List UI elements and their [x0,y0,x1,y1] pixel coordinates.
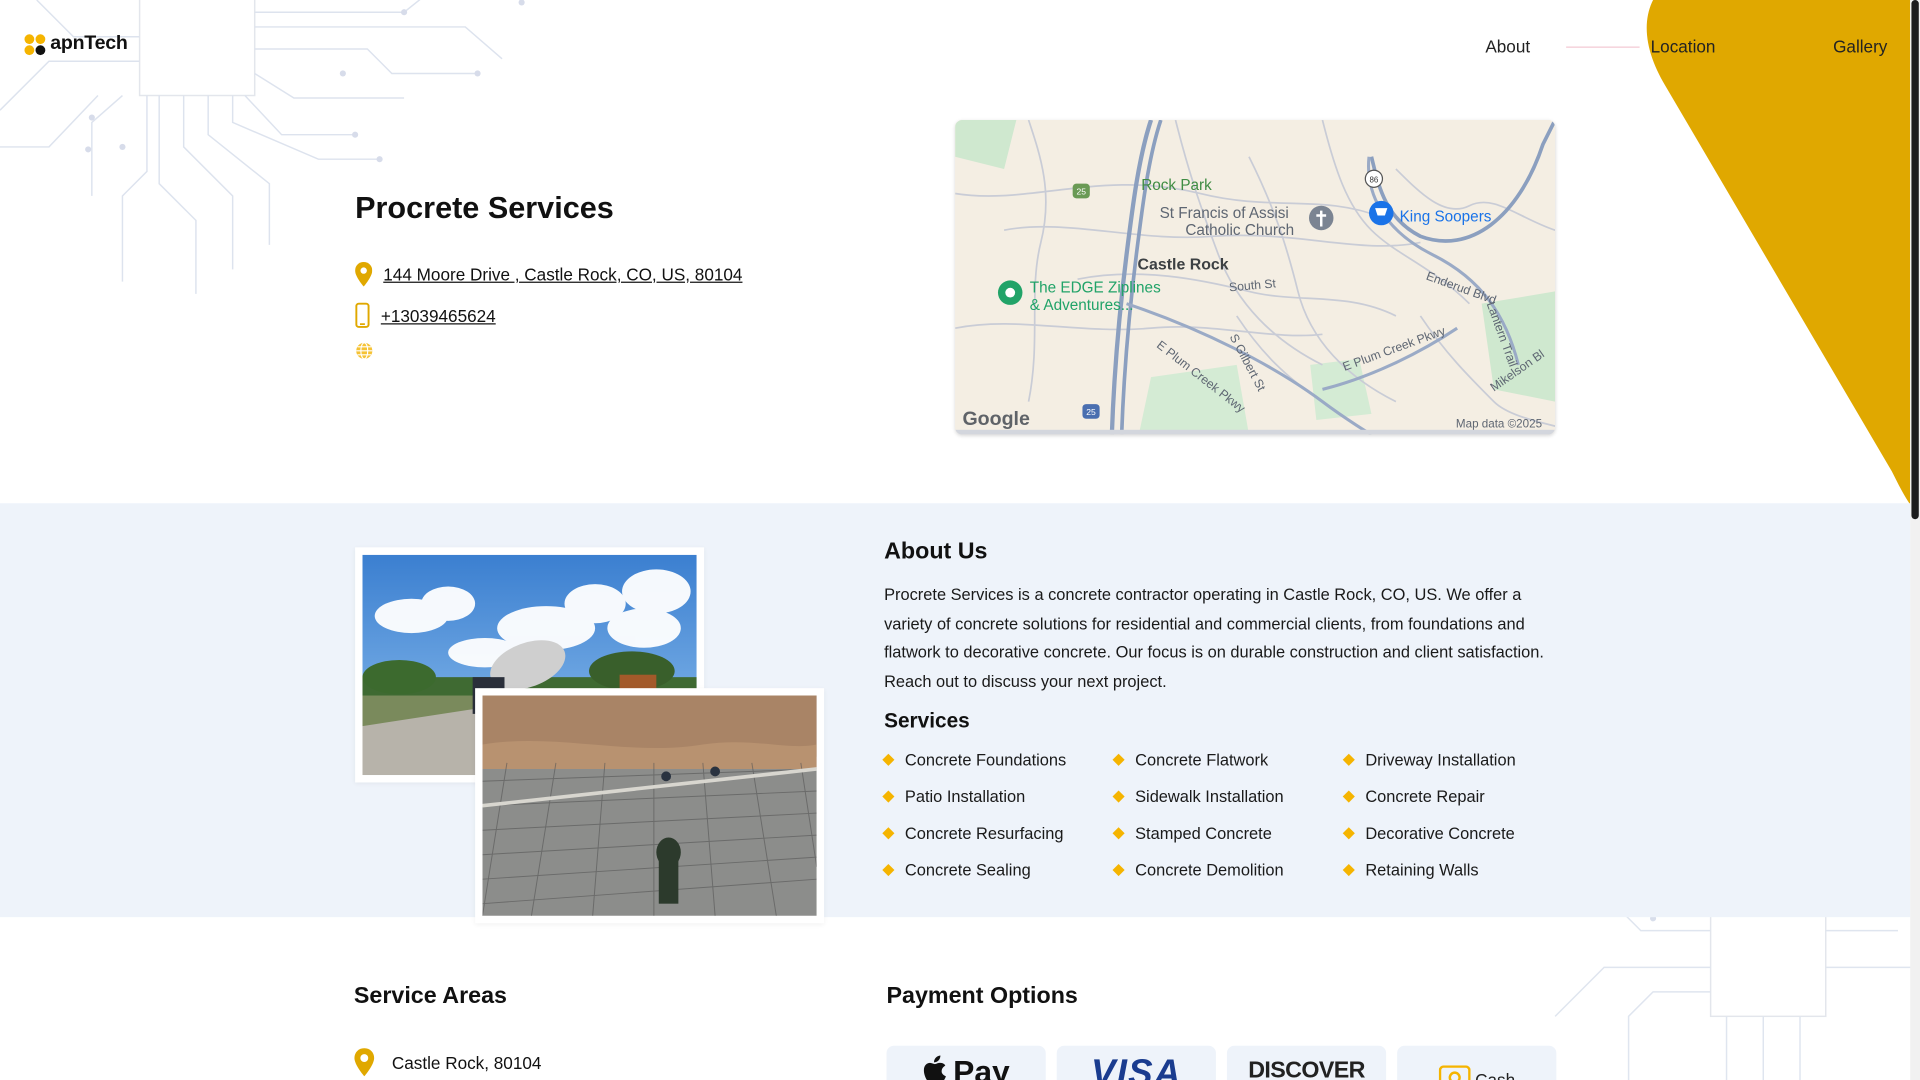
service-item: Concrete Repair [1342,787,1485,806]
location-map[interactable]: 25 25 86 Rock Park St Francis of Assisi … [955,120,1556,435]
nav-divider [1566,46,1640,48]
site-logo[interactable]: apnTech [24,32,128,56]
service-item: Concrete Sealing [882,861,1031,879]
service-item: Concrete Demolition [1112,861,1284,879]
diamond-bullet-icon [1112,827,1125,840]
about-title: About Us [884,538,988,565]
phone-link[interactable]: +13039465624 [381,306,496,326]
apple-icon [924,1055,947,1080]
payment-options-title: Payment Options [886,983,1078,1009]
diamond-bullet-icon [1112,753,1125,766]
photo-card-rebar [475,688,825,924]
diamond-bullet-icon [1342,863,1355,877]
service-item: Concrete Resurfacing [882,824,1063,842]
map-label-edge-1: The EDGE Ziplines [1030,280,1161,297]
diamond-bullet-icon [882,790,895,803]
diamond-bullet-icon [882,753,895,766]
diamond-bullet-icon [882,863,895,877]
photo-rebar-site [482,695,817,916]
address-row: 144 Moore Drive , Castle Rock, CO, US, 8… [355,262,742,287]
service-item: Patio Installation [882,787,1025,806]
map-highway-25-bottom: 25 [1086,407,1096,417]
service-item: Stamped Concrete [1112,824,1272,842]
diamond-bullet-icon [1342,790,1355,803]
service-area-item: Castle Rock, 80104 [354,1048,541,1077]
diamond-bullet-icon [1112,863,1125,877]
service-item: Retaining Walls [1342,861,1479,879]
payment-discover: DISCOVER [1226,1045,1387,1080]
payment-apple-pay: Pay [886,1045,1046,1080]
map-label-king-soopers: King Soopers [1400,209,1492,226]
scrollbar-thumb[interactable] [1911,0,1919,520]
page-title: Procrete Services [355,191,614,226]
diamond-bullet-icon [1112,790,1125,803]
map-label-rock-park: Rock Park [1141,177,1212,194]
map-highway-25-top: 25 [1076,187,1086,197]
website-row [355,342,373,360]
service-item: Driveway Installation [1342,751,1516,769]
nav-location[interactable]: Location [1651,37,1716,57]
map-google-logo: Google [962,408,1030,430]
page-scrollbar[interactable] [1910,0,1920,1080]
payment-visa: VISA [1056,1045,1216,1080]
cash-icon [1438,1065,1471,1080]
map-label-church-1: St Francis of Assisi [1160,205,1289,222]
phone-icon [355,302,370,328]
diamond-bullet-icon [1342,753,1355,766]
payment-cash: Cash [1397,1045,1557,1080]
service-item: Concrete Flatwork [1112,751,1268,769]
services-title: Services [884,708,970,733]
logo-text: apnTech [50,33,128,54]
service-item: Decorative Concrete [1342,824,1515,842]
map-pin-icon [355,262,373,287]
address-link[interactable]: 144 Moore Drive , Castle Rock, CO, US, 8… [383,264,742,284]
map-highway-86: 86 [1369,175,1378,184]
service-item: Concrete Foundations [882,751,1066,769]
about-text: Procrete Services is a concrete contract… [884,585,1544,691]
service-areas-title: Service Areas [353,983,507,1009]
phone-row: +13039465624 [355,302,496,328]
nav-gallery[interactable]: Gallery [1833,37,1887,57]
map-label-castle-rock: Castle Rock [1138,256,1229,273]
diamond-bullet-icon [1342,827,1355,840]
map-attribution: Map data ©2025 [1456,417,1542,430]
diamond-bullet-icon [882,827,895,840]
map-pin-icon [354,1048,375,1077]
nav-about[interactable]: About [1485,37,1530,57]
globe-icon[interactable] [355,342,373,360]
service-item: Sidewalk Installation [1112,787,1284,806]
yellow-corner-shape [1646,0,1911,505]
map-label-church-2: Catholic Church [1185,222,1294,239]
map-label-edge-2: & Adventures... [1030,297,1134,314]
logo-dots-icon [24,32,46,56]
